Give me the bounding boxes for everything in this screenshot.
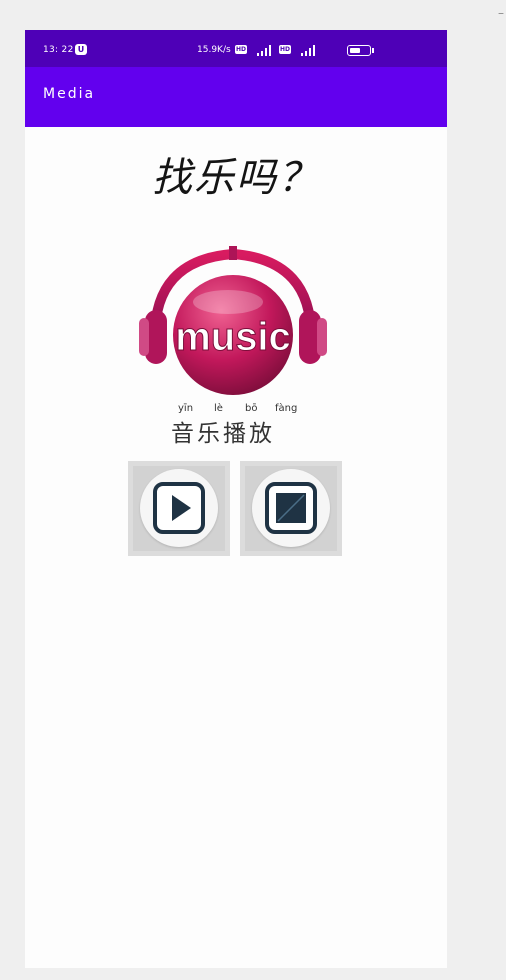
network-speed: 15.9K/s <box>197 45 231 55</box>
pinyin-2: lè <box>214 403 223 414</box>
stop-icon <box>265 482 317 534</box>
stop-button[interactable] <box>240 461 342 556</box>
battery-icon <box>347 45 374 56</box>
caption: 音乐播放 <box>171 421 275 447</box>
status-bar: 13: 22 U 15.9K/s HD HD <box>25 30 447 67</box>
hd-icon: HD <box>235 45 247 54</box>
signal-5g-icon <box>251 44 275 56</box>
app-title: Media <box>43 86 96 102</box>
music-logo: music <box>139 246 327 395</box>
headline: 找乐吗？ <box>152 155 320 201</box>
pinyin-3: bō <box>245 403 258 414</box>
play-icon <box>153 482 205 534</box>
logo-text: music <box>175 315 291 359</box>
play-button[interactable] <box>128 461 230 556</box>
phone-screen: 13: 22 U 15.9K/s HD HD Media 找乐吗？ music … <box>25 30 447 968</box>
window-minimize-icon[interactable]: – <box>498 6 504 20</box>
app-bar: Media <box>25 67 447 127</box>
hd-icon-2: HD <box>279 45 291 54</box>
pinyin-4: fàng <box>275 403 298 414</box>
status-time: 13: 22 <box>43 45 74 55</box>
signal-4g-icon <box>295 44 319 56</box>
pinyin-1: yīn <box>178 403 194 414</box>
notification-badge-icon: U <box>75 44 87 55</box>
